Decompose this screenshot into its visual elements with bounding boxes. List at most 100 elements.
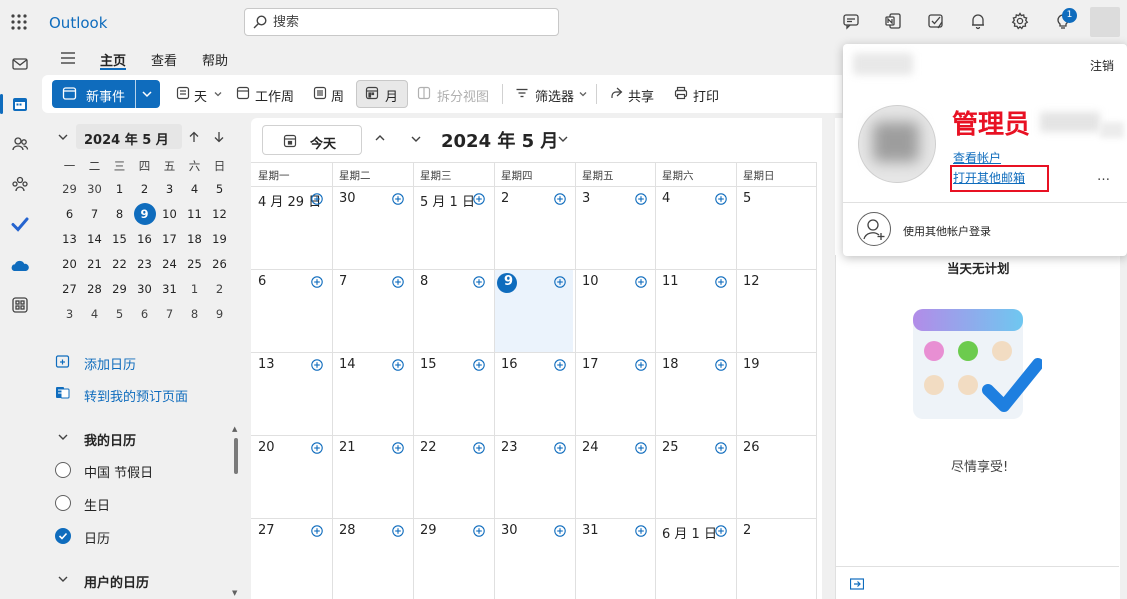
mini-calendar-day[interactable]: 10	[157, 202, 182, 227]
day-view-button[interactable]: 天	[194, 86, 207, 105]
mini-calendar-day[interactable]: 9	[207, 302, 232, 327]
tab-view[interactable]: 查看	[151, 50, 177, 69]
chevron-down-icon[interactable]	[578, 89, 588, 99]
calendar-day-number[interactable]: 9	[504, 274, 513, 289]
share-button[interactable]: 共享	[628, 86, 654, 105]
hamburger-menu-icon[interactable]	[59, 51, 77, 65]
add-event-icon[interactable]	[635, 276, 647, 288]
mini-calendar-day[interactable]: 24	[157, 252, 182, 277]
calendar-day-number[interactable]: 17	[582, 357, 599, 372]
filter-button[interactable]: 筛选器	[535, 86, 574, 105]
calendar-day-number[interactable]: 22	[420, 440, 437, 455]
calendar-day-number[interactable]: 15	[420, 357, 437, 372]
calendar-title[interactable]: 2024 年 5 月	[441, 127, 558, 153]
mini-calendar-day[interactable]: 13	[57, 227, 82, 252]
calendar-day-number[interactable]: 16	[501, 357, 518, 372]
mini-calendar-day[interactable]: 5	[107, 302, 132, 327]
add-event-icon[interactable]	[554, 442, 566, 454]
add-event-icon[interactable]	[311, 276, 323, 288]
add-event-icon[interactable]	[473, 525, 485, 537]
add-event-icon[interactable]	[715, 442, 727, 454]
people-icon[interactable]	[11, 135, 31, 155]
work-week-button[interactable]: 工作周	[255, 86, 294, 105]
mini-calendar-day[interactable]: 29	[57, 177, 82, 202]
mini-calendar-day[interactable]: 28	[82, 277, 107, 302]
chat-icon[interactable]	[842, 12, 862, 32]
print-button[interactable]: 打印	[693, 86, 719, 105]
calendar-day-number[interactable]: 27	[258, 523, 275, 538]
tab-home[interactable]: 主页	[100, 50, 126, 69]
mini-calendar-day[interactable]: 12	[207, 202, 232, 227]
calendar-day-number[interactable]: 30	[501, 523, 518, 538]
add-event-icon[interactable]	[635, 193, 647, 205]
app-launcher-icon[interactable]	[10, 13, 30, 33]
add-event-icon[interactable]	[554, 525, 566, 537]
mini-calendar-day[interactable]: 26	[207, 252, 232, 277]
onenote-icon[interactable]	[884, 12, 904, 32]
mini-calendar-day[interactable]: 2	[132, 177, 157, 202]
add-event-icon[interactable]	[392, 193, 404, 205]
calendar-day-number[interactable]: 21	[339, 440, 356, 455]
add-event-icon[interactable]	[473, 276, 485, 288]
account-avatar[interactable]	[1090, 7, 1120, 37]
calendar-toggle-holidays[interactable]	[55, 462, 71, 478]
add-event-icon[interactable]	[635, 359, 647, 371]
mini-calendar-day[interactable]: 30	[132, 277, 157, 302]
calendar-name-birthdays[interactable]: 生日	[84, 495, 110, 514]
calendar-day-number[interactable]: 8	[420, 274, 428, 289]
collapse-pane-icon[interactable]	[850, 578, 864, 590]
add-event-icon[interactable]	[392, 276, 404, 288]
mini-calendar-day[interactable]: 3	[57, 302, 82, 327]
add-event-icon[interactable]	[311, 525, 323, 537]
mini-calendar-day[interactable]: 22	[107, 252, 132, 277]
next-month-icon[interactable]	[410, 133, 422, 145]
chevron-down-icon[interactable]	[141, 88, 153, 100]
mini-calendar-day[interactable]: 5	[207, 177, 232, 202]
mini-calendar-title[interactable]: 2024 年 5 月	[84, 129, 169, 148]
add-account-icon[interactable]	[857, 212, 891, 246]
mini-calendar-day[interactable]: 11	[182, 202, 207, 227]
scroll-up-icon[interactable]: ▲	[232, 425, 237, 433]
mini-calendar-day[interactable]: 27	[57, 277, 82, 302]
arrow-down-icon[interactable]	[213, 131, 225, 143]
add-event-icon[interactable]	[311, 442, 323, 454]
mini-calendar-day[interactable]: 25	[182, 252, 207, 277]
mini-calendar-day[interactable]: 3	[157, 177, 182, 202]
mini-calendar-day[interactable]: 15	[107, 227, 132, 252]
open-other-mailbox-link[interactable]: 打开其他邮箱	[953, 169, 1025, 186]
calendar-day-number[interactable]: 18	[662, 357, 679, 372]
more-options-button[interactable]: …	[1097, 169, 1111, 184]
sign-out-link[interactable]: 注销	[1090, 57, 1114, 74]
booking-page-link[interactable]: 转到我的预订页面	[84, 386, 188, 405]
mini-calendar-day[interactable]: 20	[57, 252, 82, 277]
week-view-button[interactable]: 周	[331, 86, 344, 105]
notes-icon[interactable]	[927, 12, 947, 32]
calendar-day-number[interactable]: 2	[743, 523, 751, 538]
mini-calendar-day[interactable]: 4	[182, 177, 207, 202]
add-event-icon[interactable]	[311, 359, 323, 371]
mini-calendar-day[interactable]: 8	[107, 202, 132, 227]
todo-check-icon[interactable]	[11, 215, 31, 235]
calendar-day-number[interactable]: 2	[501, 191, 509, 206]
mini-calendar-day[interactable]: 4	[82, 302, 107, 327]
add-event-icon[interactable]	[473, 442, 485, 454]
calendar-name-calendar[interactable]: 日历	[84, 528, 110, 547]
chevron-down-icon[interactable]	[557, 133, 569, 145]
groups-icon[interactable]	[11, 175, 31, 195]
my-calendars-heading[interactable]: 我的日历	[84, 430, 136, 449]
calendar-day-number[interactable]: 12	[743, 274, 760, 289]
chevron-down-icon[interactable]	[57, 573, 69, 585]
today-button[interactable]: 今天	[262, 125, 362, 155]
mini-calendar-day[interactable]: 7	[82, 202, 107, 227]
calendar-day-number[interactable]: 7	[339, 274, 347, 289]
calendar-day-number[interactable]: 6	[258, 274, 266, 289]
chevron-down-icon[interactable]	[213, 89, 223, 99]
add-event-icon[interactable]	[715, 359, 727, 371]
mini-calendar-day[interactable]: 29	[107, 277, 132, 302]
add-event-icon[interactable]	[554, 193, 566, 205]
mini-calendar-day[interactable]: 6	[132, 302, 157, 327]
calendar-day-number[interactable]: 24	[582, 440, 599, 455]
calendar-day-number[interactable]: 14	[339, 357, 356, 372]
mini-calendar-day[interactable]: 8	[182, 302, 207, 327]
month-view-button[interactable]	[356, 80, 408, 108]
